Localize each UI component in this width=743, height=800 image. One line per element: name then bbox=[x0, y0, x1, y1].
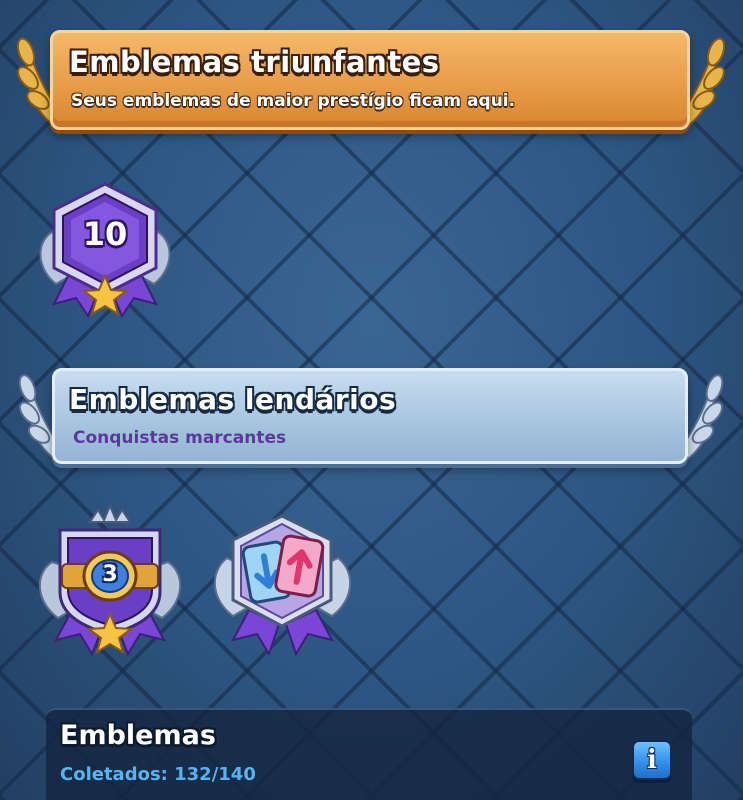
triumph-badge-level[interactable]: 10 bbox=[30, 172, 180, 322]
badges-summary-panel: Emblemas Coletados: 132/140 i bbox=[46, 708, 692, 800]
legendary-badge-card-swap[interactable] bbox=[205, 508, 360, 658]
badges-screen: { "triumph_section": { "title": "Emblema… bbox=[0, 0, 743, 800]
card-swap-badge-icon bbox=[213, 514, 352, 657]
info-icon: i bbox=[647, 745, 657, 775]
belt-number: 3 bbox=[102, 562, 118, 587]
legendary-badges-subtitle: Conquistas marcantes bbox=[73, 428, 287, 448]
info-button[interactable]: i bbox=[632, 740, 672, 780]
legendary-badges-title: Emblemas lendários bbox=[69, 383, 397, 416]
badges-summary-title: Emblemas bbox=[60, 720, 216, 751]
legendary-badge-championship[interactable]: 3 bbox=[30, 500, 190, 660]
triumph-badges-subtitle: Seus emblemas de maior prestígio ficam a… bbox=[71, 91, 516, 111]
badges-collected-count: Coletados: 132/140 bbox=[60, 764, 256, 785]
legendary-badges-header: Emblemas lendários Conquistas marcantes bbox=[52, 368, 688, 464]
triumph-badges-title: Emblemas triunfantes bbox=[69, 45, 440, 79]
badge-level-number: 10 bbox=[82, 215, 128, 253]
triumph-badges-header: Emblemas triunfantes Seus emblemas de ma… bbox=[50, 30, 690, 130]
